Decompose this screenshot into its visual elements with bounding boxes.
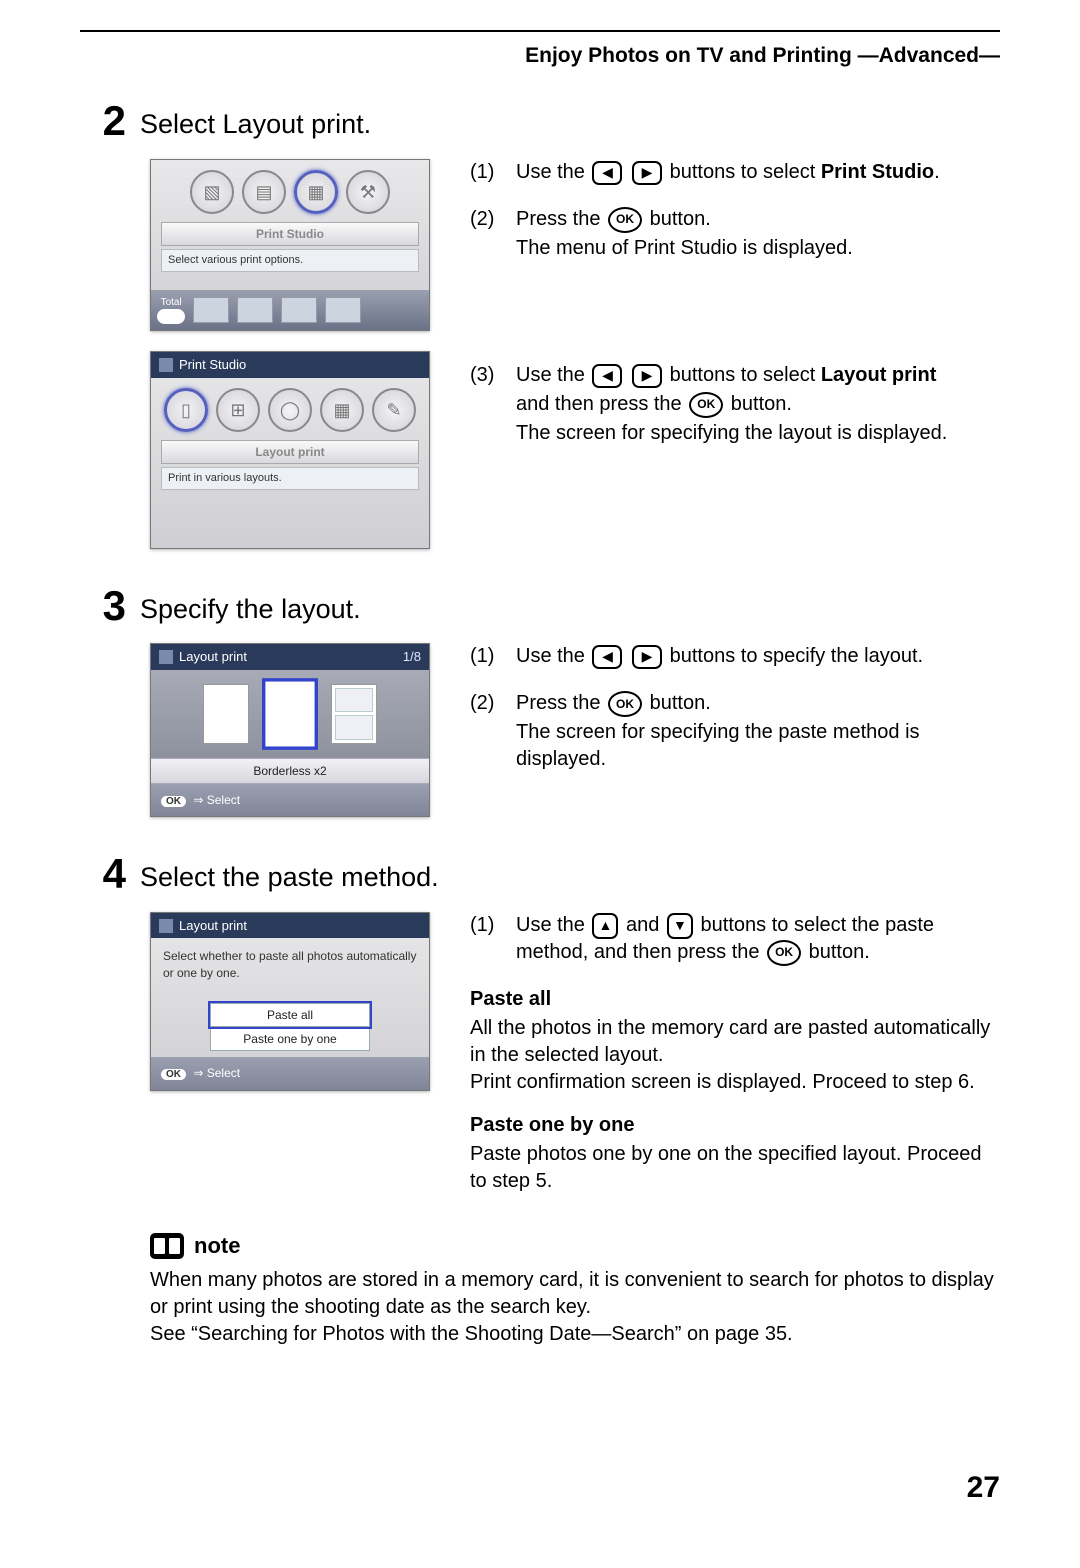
step-3-screenshots: Layout print 1/8 Borderless x2 OK ⇒ Sele… <box>150 643 430 817</box>
shot-title: Layout print <box>179 648 247 666</box>
step-4-content: Layout print Select whether to paste all… <box>150 912 1000 1195</box>
menu-subtext: Select various print options. <box>161 249 419 272</box>
substep: (3) Use the ◀ ▶ buttons to select Layout… <box>470 362 1000 449</box>
left-button-icon: ◀ <box>592 364 622 388</box>
submenu-icon: ⊞ <box>216 388 260 432</box>
step-3-text: (1) Use the ◀ ▶ buttons to specify the l… <box>470 643 1000 793</box>
ok-button-icon: OK <box>689 392 723 418</box>
step-number: 4 <box>80 853 140 895</box>
paste-all-label: Paste all <box>470 986 1000 1013</box>
substep: (1) Use the ▲ and ▼ buttons to select th… <box>470 912 1000 968</box>
step-4-screenshots: Layout print Select whether to paste all… <box>150 912 430 1091</box>
step-2-screenshots: ▧ ▤ ▦ ⚒ Print Studio Select various prin… <box>150 159 430 549</box>
layout-thumb <box>331 684 377 744</box>
substep: (1) Use the ◀ ▶ buttons to specify the l… <box>470 643 1000 672</box>
ok-button-icon: OK <box>767 940 801 966</box>
menu-icon-selected: ▦ <box>294 170 338 214</box>
substep-num: (1) <box>470 643 516 672</box>
thumb <box>237 297 273 323</box>
submenu-subtext: Print in various layouts. <box>161 467 419 490</box>
chapter-title: Enjoy Photos on TV and Printing —Advance… <box>80 42 1000 70</box>
step-4-text: (1) Use the ▲ and ▼ buttons to select th… <box>470 912 1000 1195</box>
left-button-icon: ◀ <box>592 161 622 185</box>
substep-num: (2) <box>470 690 516 775</box>
step-title: Select Layout print. <box>140 100 371 142</box>
menu-icon: ⚒ <box>346 170 390 214</box>
ok-chip: OK <box>161 1069 186 1080</box>
shot-help: Select whether to paste all photos autom… <box>151 938 429 990</box>
menu-banner: Print Studio <box>161 222 419 246</box>
submenu-icon: ▦ <box>320 388 364 432</box>
menu-option-selected: Paste all <box>210 1003 370 1027</box>
right-button-icon: ▶ <box>632 161 662 185</box>
right-button-icon: ▶ <box>632 364 662 388</box>
substep: (2) Press the OK button. The screen for … <box>470 690 1000 775</box>
paste-one-body: Paste photos one by one on the specified… <box>470 1141 1000 1195</box>
screenshot-paste-method: Layout print Select whether to paste all… <box>150 912 430 1091</box>
paste-all-body: All the photos in the memory card are pa… <box>470 1015 1000 1096</box>
menu-option: Paste one by one <box>210 1027 370 1051</box>
total-label: Total 15 <box>157 296 185 324</box>
step-2-content: ▧ ▤ ▦ ⚒ Print Studio Select various prin… <box>150 159 1000 549</box>
substep: (2) Press the OK button. The menu of Pri… <box>470 206 1000 264</box>
left-button-icon: ◀ <box>592 645 622 669</box>
up-button-icon: ▲ <box>592 913 618 939</box>
menu-icon: ▧ <box>190 170 234 214</box>
thumb <box>193 297 229 323</box>
note-icon <box>150 1233 184 1259</box>
page-number: 27 <box>80 1468 1000 1509</box>
submenu-banner: Layout print <box>161 440 419 464</box>
right-button-icon: ▶ <box>632 645 662 669</box>
down-button-icon: ▼ <box>667 913 693 939</box>
substep: (1) Use the ◀ ▶ buttons to select Print … <box>470 159 1000 188</box>
substep-num: (1) <box>470 159 516 188</box>
note-body: When many photos are stored in a memory … <box>150 1267 1000 1348</box>
menu-icon: ▤ <box>242 170 286 214</box>
step-number: 2 <box>80 100 140 142</box>
step-title: Select the paste method. <box>140 853 439 895</box>
step-4-header: 4 Select the paste method. <box>80 853 1000 895</box>
layout-thumb-selected <box>264 680 316 747</box>
page-top-rule <box>80 30 1000 32</box>
total-count: 15 <box>157 309 185 324</box>
footer-hint: ⇒ Select <box>193 1066 240 1080</box>
thumb <box>325 297 361 323</box>
paste-one-label: Paste one by one <box>470 1112 1000 1139</box>
substep-num: (3) <box>470 362 516 449</box>
shot-page-indicator: 1/8 <box>403 648 421 666</box>
footer-hint: ⇒ Select <box>193 793 240 807</box>
substep-num: (1) <box>470 912 516 968</box>
screenshot-print-studio-menu: ▧ ▤ ▦ ⚒ Print Studio Select various prin… <box>150 159 430 331</box>
layout-label: Borderless x2 <box>151 758 429 784</box>
ok-button-icon: OK <box>608 207 642 233</box>
substep-num: (2) <box>470 206 516 264</box>
screenshot-print-studio-submenu: Print Studio ▯ ⊞ ◯ ▦ ✎ Layout print Prin… <box>150 351 430 549</box>
ok-button-icon: OK <box>608 691 642 717</box>
step-2-header: 2 Select Layout print. <box>80 100 1000 142</box>
shot-title: Print Studio <box>151 352 429 378</box>
note-label: note <box>194 1231 240 1261</box>
submenu-icon: ◯ <box>268 388 312 432</box>
layout-thumb <box>203 684 249 744</box>
step-number: 3 <box>80 585 140 627</box>
step-3-header: 3 Specify the layout. <box>80 585 1000 627</box>
note-block: note When many photos are stored in a me… <box>150 1231 1000 1348</box>
submenu-icon-selected: ▯ <box>164 388 208 432</box>
ok-chip: OK <box>161 796 186 807</box>
step-2-text: (1) Use the ◀ ▶ buttons to select Print … <box>470 159 1000 467</box>
screenshot-layout-select: Layout print 1/8 Borderless x2 OK ⇒ Sele… <box>150 643 430 817</box>
submenu-icon: ✎ <box>372 388 416 432</box>
step-title: Specify the layout. <box>140 585 361 627</box>
shot-title: Layout print <box>151 913 429 939</box>
step-3-content: Layout print 1/8 Borderless x2 OK ⇒ Sele… <box>150 643 1000 817</box>
thumb <box>281 297 317 323</box>
